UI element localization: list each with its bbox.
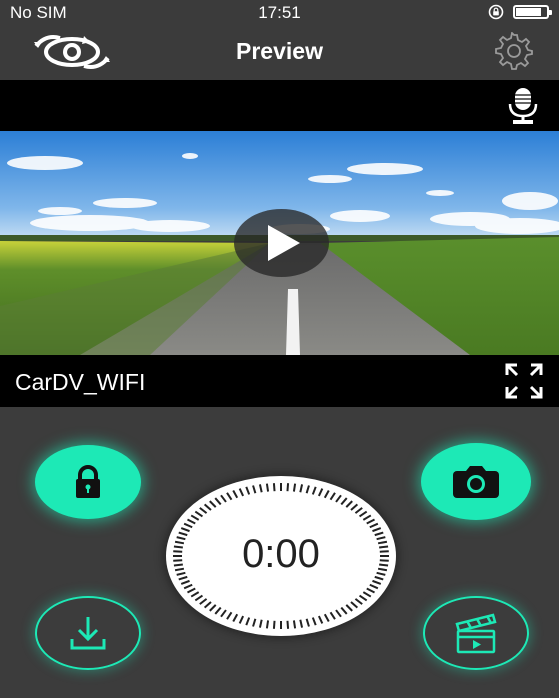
battery-fill: [516, 8, 541, 16]
status-bar: No SIM 17:51: [0, 0, 559, 24]
clock: 17:51: [258, 3, 301, 22]
lock-button[interactable]: [35, 445, 141, 519]
fullscreen-icon[interactable]: [505, 363, 543, 404]
device-name: CarDV_WIFI: [15, 369, 146, 395]
audio-bar: [0, 80, 559, 131]
nav-bar: Preview: [0, 24, 559, 80]
record-timer: 0:00: [242, 532, 320, 576]
rotation-lock-icon: [488, 4, 504, 20]
clapperboard-icon: [455, 613, 497, 654]
camera-icon: [453, 465, 499, 498]
microphone-icon[interactable]: [505, 86, 541, 131]
page-title: Preview: [236, 38, 323, 64]
info-bar: CarDV_WIFI: [0, 355, 559, 407]
gear-icon[interactable]: [495, 31, 533, 75]
play-icon: [267, 225, 300, 261]
lock-icon: [76, 465, 100, 498]
record-button[interactable]: 0:00: [166, 476, 396, 636]
take-photo-button[interactable]: [421, 443, 531, 520]
download-button[interactable]: [35, 596, 141, 670]
battery-icon: [513, 5, 552, 19]
download-icon: [70, 617, 106, 650]
video-list-button[interactable]: [423, 596, 529, 670]
play-button[interactable]: [234, 209, 329, 277]
status-icons: [487, 4, 552, 20]
